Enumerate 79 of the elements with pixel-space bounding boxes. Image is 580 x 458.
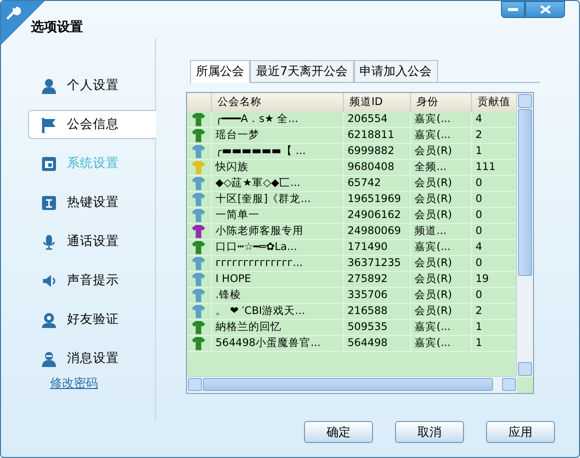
table-cell: 会员(R) bbox=[410, 272, 471, 288]
wrench-icon bbox=[5, 5, 21, 21]
table-cell: гггггггггггггг... bbox=[211, 256, 343, 272]
column-header[interactable]: 频道ID bbox=[343, 93, 410, 112]
dialog-button[interactable]: 应用 bbox=[486, 421, 555, 443]
table-cell: 会员(R) bbox=[410, 144, 471, 160]
table-cell: 嘉宾(... bbox=[410, 320, 471, 336]
table-cell: 19651969 bbox=[343, 192, 410, 208]
table-cell: 6999882 bbox=[343, 144, 410, 160]
flag-icon bbox=[41, 116, 57, 132]
table-cell: 216588 bbox=[343, 304, 410, 320]
table-cell: 快闪族 bbox=[211, 160, 343, 176]
table-cell: ◆◇莚★軍◇◆匸... bbox=[211, 176, 343, 192]
table-cell: I HOPE bbox=[211, 272, 343, 288]
table-cell: 275892 bbox=[343, 272, 410, 288]
dialog-button[interactable]: 取消 bbox=[395, 421, 464, 443]
table-cell: 嘉宾(... bbox=[410, 112, 471, 128]
table-cell: 65742 bbox=[343, 176, 410, 192]
table-cell: 全频... bbox=[410, 160, 471, 176]
table-cell: 会员(R) bbox=[410, 288, 471, 304]
column-header[interactable]: 贡献值 bbox=[471, 93, 517, 112]
close-button[interactable] bbox=[525, 1, 565, 18]
sidebar-item[interactable]: 公会信息 bbox=[28, 110, 156, 139]
sidebar-item[interactable]: 好友验证 bbox=[28, 305, 156, 334]
change-password-link[interactable]: 修改密码 bbox=[50, 375, 98, 392]
column-header[interactable]: 公会名称 bbox=[211, 93, 343, 112]
tab[interactable]: 最近7天离开公会 bbox=[250, 60, 354, 82]
table-cell: 納格兰的回忆 bbox=[211, 320, 343, 336]
table-cell: 509535 bbox=[343, 320, 410, 336]
vertical-scrollbar[interactable] bbox=[516, 93, 533, 377]
minimize-button[interactable] bbox=[501, 1, 525, 18]
column-header[interactable]: 身份 bbox=[410, 93, 471, 112]
microphone-icon bbox=[41, 234, 57, 250]
person-minus-icon bbox=[41, 350, 57, 366]
table-cell: 206554 bbox=[343, 112, 410, 128]
tab[interactable]: 所属公会 bbox=[190, 60, 250, 83]
table-cell: 小陈老师客服专用 bbox=[211, 224, 343, 240]
horizontal-scrollbar[interactable] bbox=[187, 376, 517, 393]
minimize-icon bbox=[508, 8, 518, 12]
sidebar-item[interactable]: 个人设置 bbox=[28, 71, 156, 100]
person-question-icon bbox=[41, 312, 57, 328]
table-cell: .锋棱 bbox=[211, 288, 343, 304]
table-cell: 564498小蛋魔兽官... bbox=[211, 336, 343, 352]
table-cell: 会员(R) bbox=[410, 176, 471, 192]
table-cell: 一简单一 bbox=[211, 208, 343, 224]
dialog-button[interactable]: 确定 bbox=[304, 421, 373, 443]
table-cell: ╭▬▬▬▬▬▬【 ... bbox=[211, 144, 343, 160]
table-cell: 口口┅☆━═✿La... bbox=[211, 240, 343, 256]
table-cell: 564498 bbox=[343, 336, 410, 352]
table-cell: 嘉宾(... bbox=[410, 128, 471, 144]
table-cell: 24906162 bbox=[343, 208, 410, 224]
close-icon bbox=[540, 5, 550, 14]
table-cell: 。 ❤ ′CBI游戏天... bbox=[211, 304, 343, 320]
sidebar-item[interactable]: 通话设置 bbox=[28, 227, 156, 256]
table-cell: 9680408 bbox=[343, 160, 410, 176]
table-cell: 会员(R) bbox=[410, 256, 471, 272]
person-icon bbox=[41, 78, 57, 94]
table-cell: 瑶台一梦 bbox=[211, 128, 343, 144]
tab[interactable]: 申请加入公会 bbox=[354, 60, 438, 82]
table-cell: 会员(R) bbox=[410, 192, 471, 208]
table-cell: 6218811 bbox=[343, 128, 410, 144]
table-cell: 频道... bbox=[410, 224, 471, 240]
table-cell: 嘉宾(... bbox=[410, 240, 471, 256]
sidebar-item[interactable]: 消息设置 bbox=[28, 344, 156, 373]
table-cell: 24980069 bbox=[343, 224, 410, 240]
table-cell: 36371235 bbox=[343, 256, 410, 272]
speaker-icon bbox=[41, 272, 57, 288]
sidebar-item[interactable]: 声音提示 bbox=[28, 266, 156, 295]
table-cell: 171490 bbox=[343, 240, 410, 256]
table-cell: 335706 bbox=[343, 288, 410, 304]
window-icon bbox=[41, 156, 57, 172]
table-cell: 会员(R) bbox=[410, 208, 471, 224]
sidebar-item[interactable]: 热键设置 bbox=[28, 188, 156, 217]
table-cell: ╭━━━A．s★ 全... bbox=[211, 112, 343, 128]
table-cell: 十区[奎服]《群龙... bbox=[211, 192, 343, 208]
window-title: 选项设置 bbox=[31, 19, 84, 37]
table-cell: 会员(R) bbox=[410, 304, 471, 320]
table-cell: 嘉宾(... bbox=[410, 336, 471, 352]
column-header[interactable] bbox=[187, 93, 211, 112]
